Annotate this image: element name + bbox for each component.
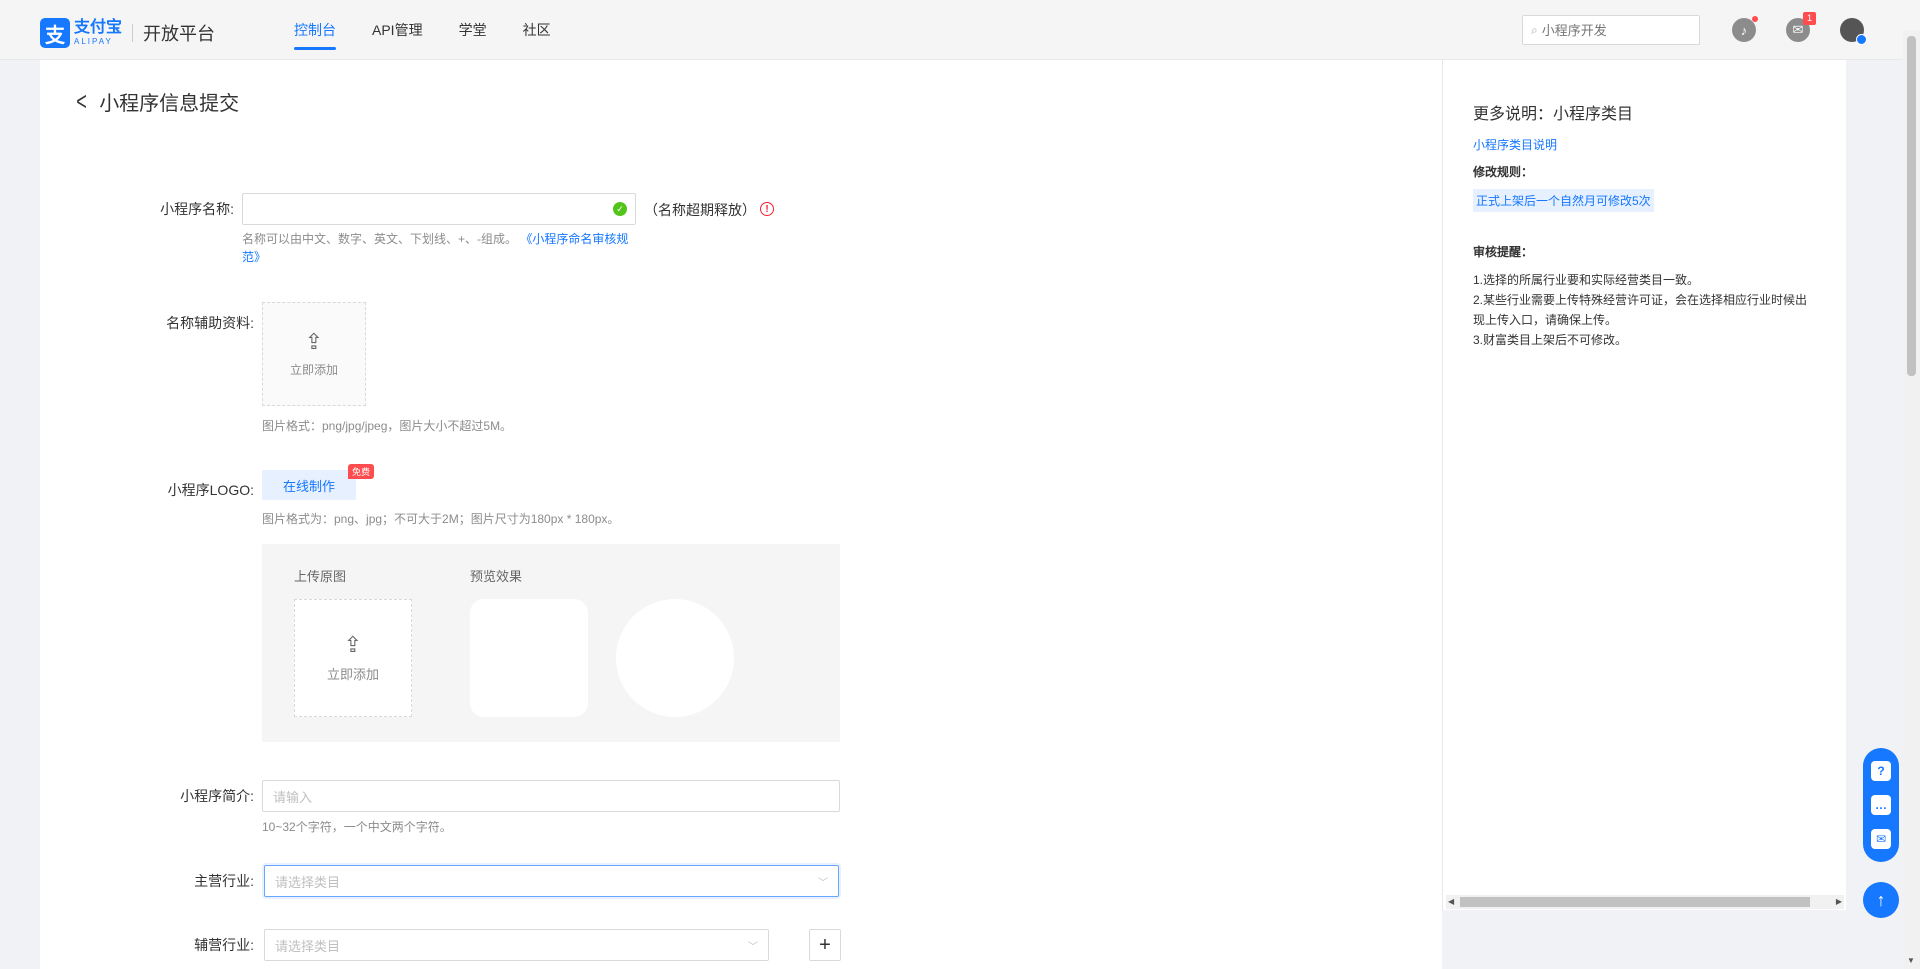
feedback-mail-icon[interactable]: ✉ bbox=[1871, 829, 1891, 849]
aux-industry-placeholder: 请选择类目 bbox=[275, 938, 341, 954]
aux-material-hint: 图片格式：png/jpg/jpeg，图片大小不超过5M。 bbox=[262, 419, 513, 433]
platform-name: 开放平台 bbox=[143, 24, 216, 44]
nav-community[interactable]: 社区 bbox=[505, 0, 569, 60]
page-vertical-scrollbar[interactable]: ▼ bbox=[1903, 30, 1920, 969]
search-icon: ⌕ bbox=[1531, 22, 1538, 37]
warning-icon[interactable]: ! bbox=[760, 202, 774, 216]
main-industry-select[interactable]: 请选择类目 ﹀ bbox=[264, 865, 839, 897]
notification-dot bbox=[1752, 16, 1758, 22]
logo-uploader[interactable]: ⇪ 立即添加 bbox=[294, 599, 412, 717]
help-panel-horizontal-scrollbar[interactable]: ◀ ▶ bbox=[1446, 895, 1844, 909]
nav-academy[interactable]: 学堂 bbox=[441, 0, 505, 60]
logo-label: 小程序LOGO: bbox=[167, 482, 254, 498]
chevron-down-icon: ﹀ bbox=[748, 941, 758, 953]
review-item: 2.某些行业需要上传特殊经营许可证，会在选择相应行业时候出现上传入口，请确保上传… bbox=[1473, 293, 1808, 327]
vertical-scroll-thumb[interactable] bbox=[1907, 36, 1916, 376]
modify-rule-title: 修改规则： bbox=[1473, 165, 1534, 179]
alipay-logo[interactable]: 支 支付宝 ALIPAY 开放平台 bbox=[40, 18, 215, 48]
scroll-right-icon[interactable]: ▶ bbox=[1836, 897, 1842, 906]
logo-text-en: ALIPAY bbox=[74, 37, 113, 46]
intro-input[interactable]: 请输入 bbox=[262, 780, 840, 812]
intro-hint: 10~32个字符，一个中文两个字符。 bbox=[262, 820, 452, 834]
main-nav: 控制台 API管理 学堂 社区 bbox=[276, 0, 569, 60]
scroll-down-icon[interactable]: ▼ bbox=[1907, 956, 1915, 965]
main-industry-placeholder: 请选择类目 bbox=[275, 874, 341, 890]
bell-icon[interactable]: ♪ bbox=[1732, 16, 1758, 42]
logo-hint: 图片格式为：png、jpg；不可大于2M；图片尺寸为180px * 180px。 bbox=[262, 512, 620, 526]
main-content-card: < 小程序信息提交 小程序名称: ✓ （名称超期释放） ! 名称可以由中文、数字… bbox=[40, 60, 1442, 969]
main-industry-label: 主营行业: bbox=[194, 873, 254, 889]
horizontal-scroll-thumb[interactable] bbox=[1460, 897, 1810, 907]
review-item: 3.财富类目上架后不可修改。 bbox=[1473, 333, 1628, 347]
alipay-logo-icon: 支 bbox=[40, 18, 70, 48]
aux-industry-label: 辅营行业: bbox=[194, 937, 254, 953]
nav-console[interactable]: 控制台 bbox=[276, 0, 354, 60]
name-hint: 名称可以由中文、数字、英文、下划线、+、-组成。 《小程序命名审核规范》 bbox=[242, 230, 636, 266]
help-question-icon[interactable]: ? bbox=[1871, 761, 1891, 781]
online-make-button[interactable]: 在线制作 bbox=[262, 470, 356, 500]
back-to-top-icon[interactable]: ↑ bbox=[1863, 882, 1899, 918]
avatar-status-icon bbox=[1856, 34, 1867, 45]
intro-label: 小程序简介: bbox=[180, 788, 254, 804]
upload-icon: ⇪ bbox=[304, 328, 324, 354]
help-panel: 更多说明：小程序类目 小程序类目说明 修改规则： 正式上架后一个自然月可修改5次… bbox=[1442, 60, 1846, 910]
category-doc-link[interactable]: 小程序类目说明 bbox=[1473, 136, 1557, 153]
logo-upload-text: 立即添加 bbox=[326, 666, 379, 682]
name-hint-text: 名称可以由中文、数字、英文、下划线、+、-组成。 bbox=[242, 232, 518, 246]
review-list: 1.选择的所属行业要和实际经营类目一致。 2.某些行业需要上传特殊经营许可证，会… bbox=[1473, 270, 1813, 350]
back-arrow-icon[interactable]: < bbox=[76, 86, 87, 117]
logo-text-cn: 支付宝 bbox=[74, 19, 123, 36]
logo-divider bbox=[132, 24, 134, 42]
free-tag: 免费 bbox=[348, 464, 375, 479]
page-title: 小程序信息提交 bbox=[99, 93, 240, 115]
name-expire-note: （名称超期释放） bbox=[644, 202, 756, 218]
message-badge: 1 bbox=[1803, 12, 1816, 25]
top-navigation-bar: 支 支付宝 ALIPAY 开放平台 控制台 API管理 学堂 社区 ⌕ ♪ ✉1 bbox=[0, 0, 1920, 60]
name-label: 小程序名称: bbox=[160, 201, 234, 217]
aux-material-label: 名称辅助资料: bbox=[166, 315, 254, 331]
floating-help-bar: ? … ✉ bbox=[1863, 748, 1899, 862]
top-search-box[interactable]: ⌕ bbox=[1522, 15, 1700, 45]
logo-preview-circle bbox=[616, 599, 734, 717]
avatar[interactable] bbox=[1840, 18, 1867, 45]
right-gutter bbox=[1846, 60, 1862, 969]
aux-material-uploader[interactable]: ⇪ 立即添加 bbox=[262, 302, 366, 406]
message-icon[interactable]: ✉ 1 bbox=[1786, 12, 1816, 42]
aux-industry-select[interactable]: 请选择类目 ﹀ bbox=[264, 929, 769, 961]
modify-rule-tag: 正式上架后一个自然月可修改5次 bbox=[1473, 189, 1654, 212]
upload-original-title: 上传原图 bbox=[294, 569, 347, 584]
logo-preview-square bbox=[470, 599, 588, 717]
aux-upload-text: 立即添加 bbox=[289, 362, 338, 377]
check-icon: ✓ bbox=[613, 202, 627, 216]
name-input[interactable]: ✓ bbox=[242, 193, 636, 225]
top-search-input[interactable] bbox=[1541, 22, 1682, 38]
scroll-left-icon[interactable]: ◀ bbox=[1448, 897, 1454, 906]
review-title: 审核提醒： bbox=[1473, 245, 1534, 259]
add-industry-button[interactable]: + bbox=[809, 929, 841, 961]
logo-upload-area: 上传原图 预览效果 ⇪ 立即添加 bbox=[262, 544, 840, 742]
chat-icon[interactable]: … bbox=[1871, 795, 1891, 815]
back-header[interactable]: < 小程序信息提交 bbox=[74, 86, 239, 117]
chevron-down-icon: ﹀ bbox=[818, 877, 828, 889]
nav-api-management[interactable]: API管理 bbox=[354, 0, 441, 60]
review-item: 1.选择的所属行业要和实际经营类目一致。 bbox=[1473, 273, 1700, 287]
help-panel-title: 更多说明：小程序类目 bbox=[1473, 106, 1634, 123]
preview-title: 预览效果 bbox=[470, 569, 523, 584]
upload-icon: ⇪ bbox=[343, 631, 363, 657]
